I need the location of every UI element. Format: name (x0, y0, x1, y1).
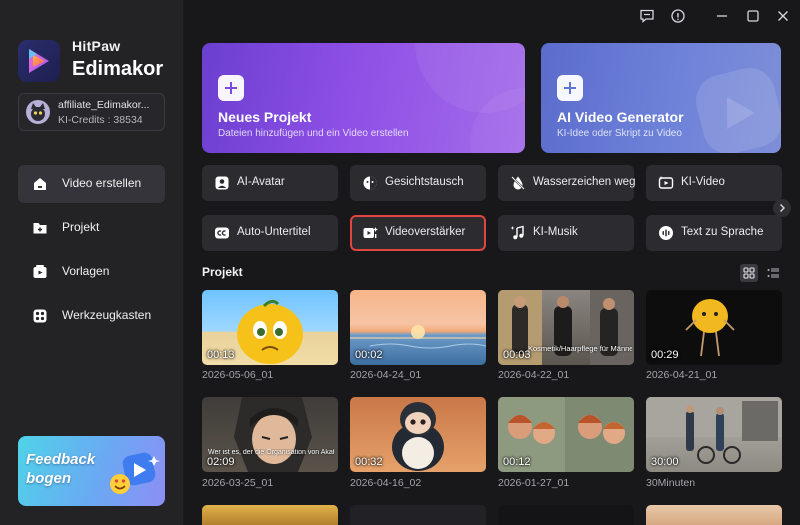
sidebar-item-label: Video erstellen (62, 176, 142, 190)
project-thumbnail[interactable]: 00:12 (498, 397, 634, 472)
sidebar-item-label: Vorlagen (62, 264, 110, 278)
project-name: 2026-04-16_02 (350, 477, 422, 489)
sidebar-item-projekt[interactable]: Projekt (18, 209, 165, 247)
project-name: 2026-04-21_01 (646, 369, 718, 381)
feedback-banner[interactable]: Feedback bogen (18, 436, 165, 506)
tool-label: KI-Musik (533, 226, 578, 238)
project-name: 2026-04-22_01 (498, 369, 570, 381)
home-icon (34, 178, 46, 190)
project-thumbnail[interactable]: 00:02 (350, 290, 486, 365)
project-thumbnail[interactable]: 00:13 (202, 290, 338, 365)
project-thumbnail[interactable] (498, 505, 634, 525)
tool-label: Gesichtstausch (385, 176, 464, 188)
feedback-icon[interactable] (639, 8, 655, 24)
project-name: 2026-05-06_01 (202, 369, 274, 381)
project-duration: 02:09 (207, 456, 235, 468)
text-to-speech-icon (659, 226, 673, 240)
tool-label: AI-Avatar (237, 176, 285, 188)
project-thumbnail[interactable]: 30:00 (646, 397, 782, 472)
tool-videoverstaerker[interactable]: Videoverstärker (350, 215, 486, 251)
watermark-remove-icon (511, 176, 525, 190)
edimakor-logo-icon (18, 40, 60, 82)
play-watermark-icon (696, 68, 781, 153)
minimize-icon[interactable] (714, 8, 730, 24)
project-thumbnail[interactable] (350, 505, 486, 525)
project-duration: 00:13 (207, 349, 235, 361)
sidebar: HitPaw Edimakor affiliate_Edimakor... KI… (0, 0, 184, 525)
chevron-right-icon (780, 204, 785, 212)
sidebar-item-video-erstellen[interactable]: Video erstellen (18, 165, 165, 203)
sidebar-item-vorlagen[interactable]: Vorlagen (18, 253, 165, 291)
project-thumbnail[interactable]: 00:32 (350, 397, 486, 472)
list-view-toggle[interactable] (764, 264, 782, 282)
sidebar-item-label: Projekt (62, 220, 100, 234)
new-project-card[interactable]: Neues Projekt Dateien hinzufügen und ein… (202, 43, 525, 153)
avatar-icon (215, 176, 229, 190)
brand-company: HitPaw (72, 38, 121, 54)
grid-view-toggle[interactable] (740, 264, 758, 282)
ai-video-title: AI Video Generator (557, 109, 684, 125)
folder-icon (33, 223, 47, 234)
ai-credits: KI-Credits : 38534 (58, 114, 143, 126)
project-thumbnail[interactable] (202, 505, 338, 525)
video-enhancer-icon (363, 227, 378, 238)
tool-label: Auto-Untertitel (237, 226, 311, 238)
tool-ki-musik[interactable]: KI-Musik (498, 215, 634, 251)
new-project-subtitle: Dateien hinzufügen und ein Video erstell… (218, 128, 409, 139)
plus-icon (218, 75, 244, 101)
project-duration: 00:02 (355, 349, 383, 361)
toolbox-icon (33, 309, 47, 323)
ai-video-subtitle: KI-Idee oder Skript zu Video (557, 128, 682, 139)
tool-auto-untertitel[interactable]: Auto-Untertitel (202, 215, 338, 251)
project-duration: 00:12 (503, 456, 531, 468)
tool-ai-avatar[interactable]: AI-Avatar (202, 165, 338, 201)
brand-product: Edimakor (72, 58, 164, 80)
project-name: 30Minuten (646, 477, 696, 489)
tool-label: Text zu Sprache (681, 226, 764, 238)
project-duration: 00:32 (355, 456, 383, 468)
plus-icon (557, 75, 583, 101)
feedback-line-1: Feedback (26, 451, 96, 468)
project-name: 2026-04-24_01 (350, 369, 422, 381)
info-icon[interactable] (670, 8, 686, 24)
tool-label: KI-Video (681, 176, 725, 188)
project-thumbnail[interactable]: 00:29 (646, 290, 782, 365)
project-thumbnail[interactable] (646, 505, 782, 525)
project-name: 2026-03-25_01 (202, 477, 274, 489)
projects-section-title: Projekt (202, 265, 243, 279)
project-duration: 00:29 (651, 349, 679, 361)
sidebar-item-werkzeugkasten[interactable]: Werkzeugkasten (18, 297, 165, 335)
tool-ki-video[interactable]: KI-Video (646, 165, 782, 201)
tool-gesichtstausch[interactable]: Gesichtstausch (350, 165, 486, 201)
tool-text-zu-sprache[interactable]: Text zu Sprache (646, 215, 782, 251)
subtitle-icon (215, 227, 229, 239)
video-caption-overlay: Kosmetik/Haarpflege für Männer/Frauen (528, 344, 632, 353)
video-caption-overlay: Wer ist es, der die Organisation von Aka… (208, 449, 334, 456)
project-duration: 00:03 (503, 349, 531, 361)
ai-video-generator-card[interactable]: AI Video Generator KI-Idee oder Skript z… (541, 43, 781, 153)
ai-video-icon (658, 176, 674, 189)
account-card[interactable]: affiliate_Edimakor... KI-Credits : 38534 (18, 93, 165, 131)
tool-wasserzeichen-weg[interactable]: Wasserzeichen weg (498, 165, 636, 201)
maximize-icon[interactable] (745, 8, 761, 24)
music-icon (510, 225, 524, 240)
project-name: 2026-01-27_01 (498, 477, 570, 489)
list-view-icon (767, 268, 779, 278)
tools-scroll-right-button[interactable] (773, 199, 791, 217)
avatar (26, 100, 50, 124)
sidebar-item-label: Werkzeugkasten (62, 308, 152, 322)
tool-label: Wasserzeichen weg (533, 176, 636, 188)
project-thumbnail[interactable]: Kosmetik/Haarpflege für Männer/Frauen 00… (498, 290, 634, 365)
face-swap-icon (363, 176, 377, 190)
feedback-icon (110, 452, 160, 494)
project-duration: 30:00 (651, 456, 679, 468)
grid-view-icon (743, 267, 755, 279)
account-name: affiliate_Edimakor... (58, 99, 150, 111)
tool-label: Videoverstärker (385, 226, 466, 238)
close-icon[interactable] (775, 8, 791, 24)
new-project-title: Neues Projekt (218, 109, 312, 125)
feedback-line-2: bogen (26, 470, 71, 487)
template-icon (33, 265, 47, 278)
project-thumbnail[interactable]: Wer ist es, der die Organisation von Aka… (202, 397, 338, 472)
